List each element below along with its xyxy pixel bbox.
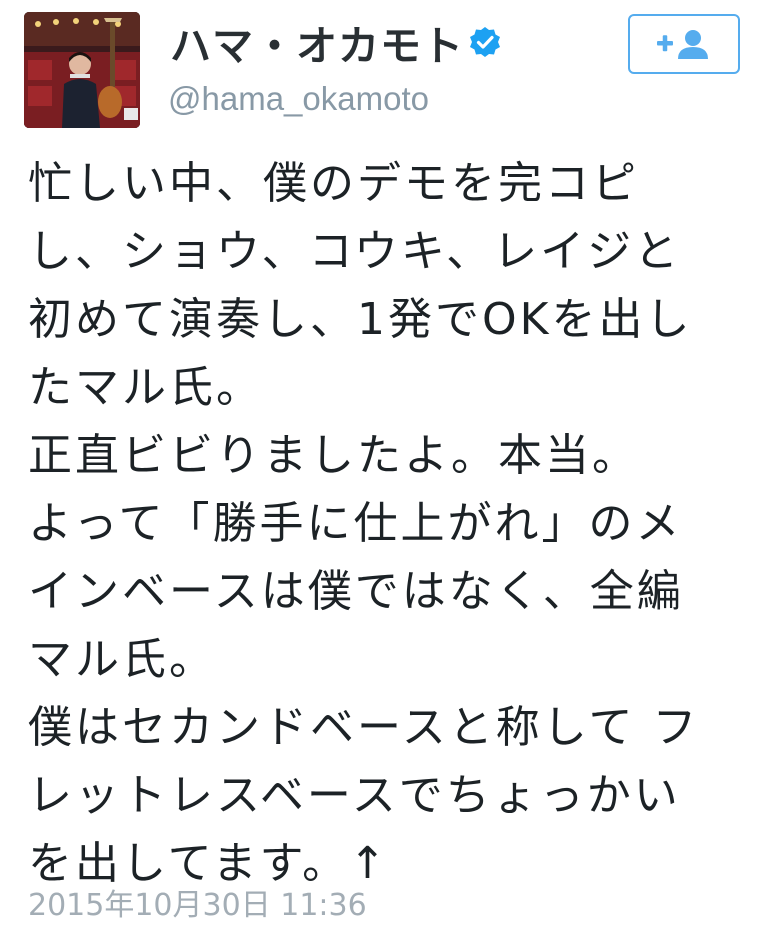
add-user-icon (657, 30, 708, 59)
tweet-text-line: たマル氏。 (28, 362, 263, 413)
tweet-text-line: レットレスベースでちょっかい (28, 770, 681, 821)
display-name[interactable]: ハマ・オカモト (170, 14, 502, 70)
user-handle[interactable]: @hama_okamoto (168, 80, 429, 118)
tweet-text-line: 忙しい中、僕のデモを完コピ (28, 158, 639, 209)
tweet-text-line: マル氏。 (28, 634, 216, 685)
display-name-text: ハマ・オカモト (170, 22, 464, 70)
tweet-text-line: し、ショウ、コウキ、レイジと (28, 226, 682, 277)
avatar[interactable] (24, 12, 140, 128)
tweet-text-line: 初めて演奏し、1発でOKを出し (28, 294, 693, 345)
tweet-text-line: インベースは僕ではなく、全編 (28, 566, 684, 617)
follow-button[interactable] (628, 14, 740, 74)
avatar-photo (24, 12, 140, 128)
tweet-text: 忙しい中、僕のデモを完コピ し、ショウ、コウキ、レイジと 初めて演奏し、1発でO… (28, 150, 748, 898)
verified-badge-icon (468, 25, 502, 59)
tweet-text-line: 正直ビビりましたよ。本当。 (28, 430, 639, 481)
tweet-timestamp[interactable]: 2015年10月30日 11:36 (28, 880, 367, 924)
tweet-text-line: よって「勝手に仕上がれ」のメ (28, 498, 683, 549)
tweet-text-line: 僕はセカンドベースと称して フ (28, 702, 700, 753)
